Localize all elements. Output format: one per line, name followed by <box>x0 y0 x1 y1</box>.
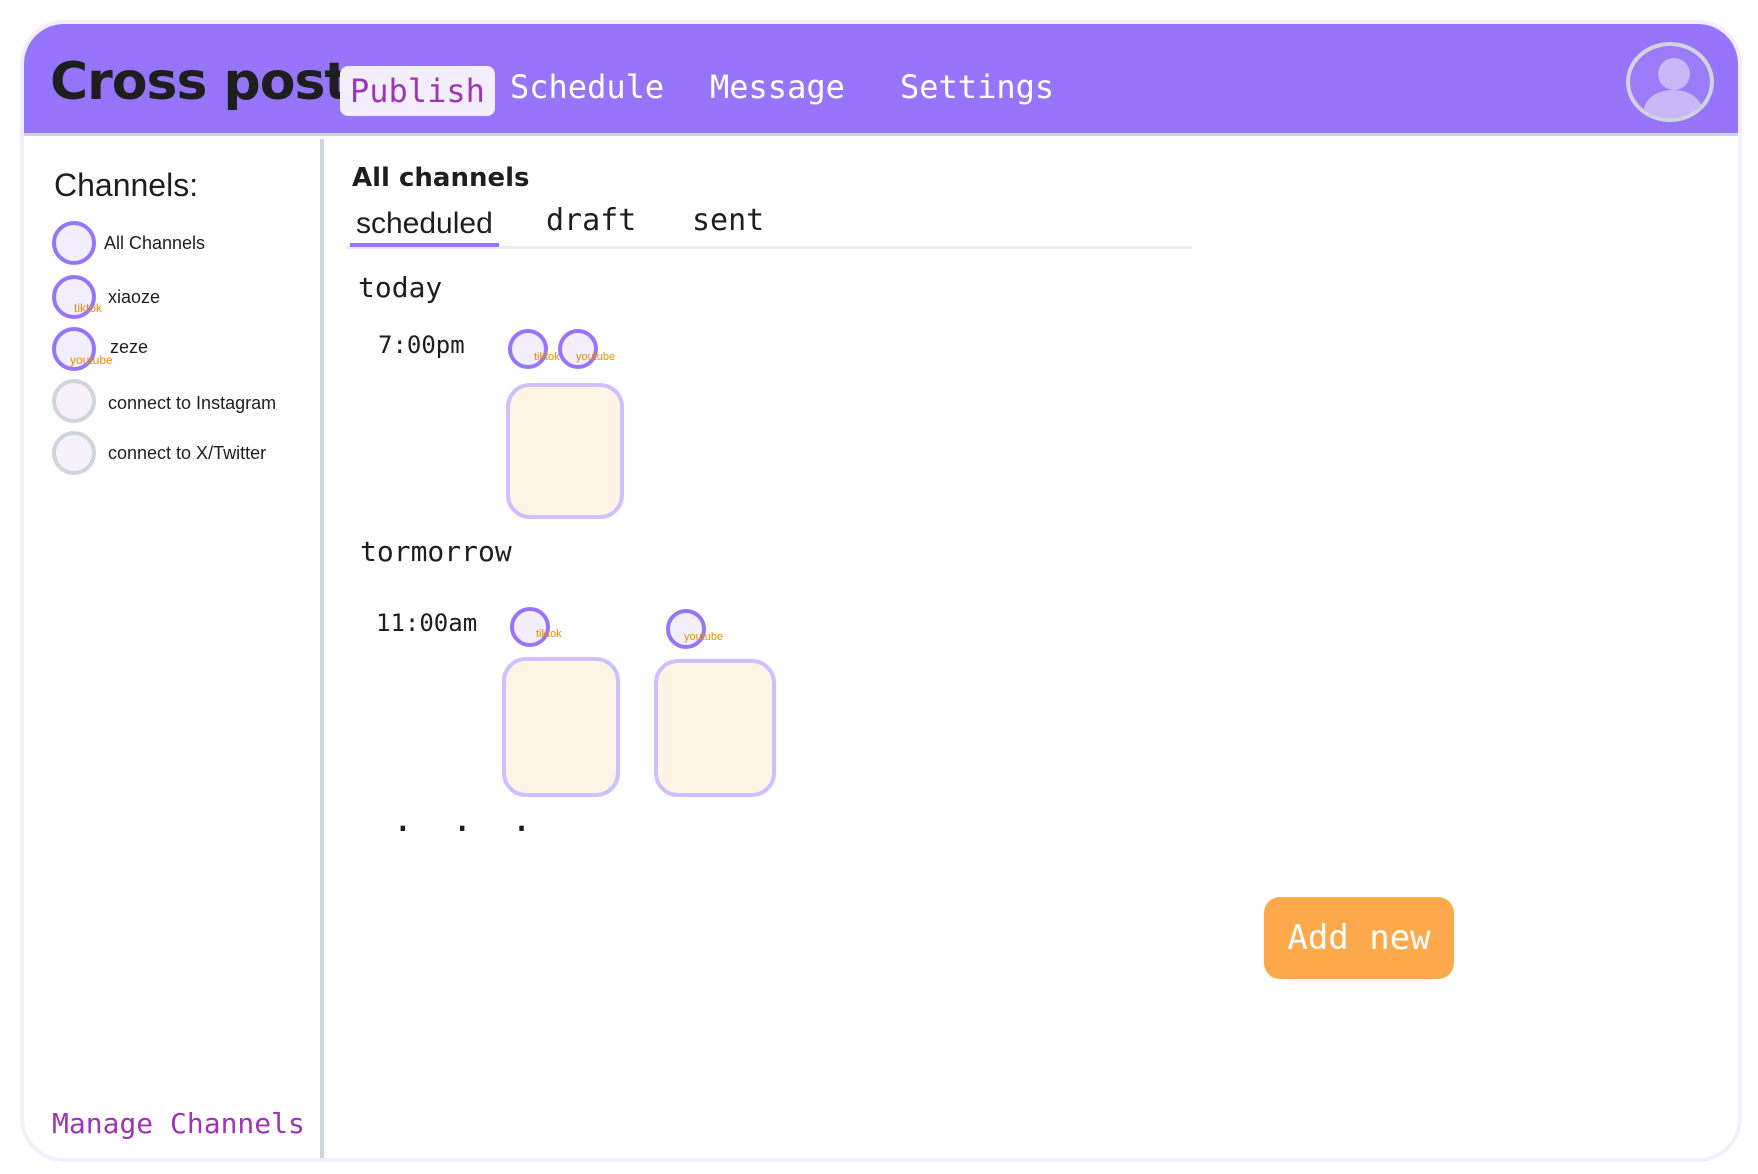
tiktok-badge: tiktok <box>74 301 103 315</box>
channel-label: All Channels <box>104 233 206 253</box>
channels-sidebar: Channels: All Channels tiktok xiaoze you… <box>24 139 324 1158</box>
post-card[interactable] <box>654 659 776 797</box>
youtube-channel-icon[interactable] <box>666 609 706 649</box>
time-label: 11:00am <box>376 609 478 637</box>
tab-scheduled[interactable]: scheduled <box>350 207 499 247</box>
channel-zeze[interactable]: youtube zeze <box>52 327 292 375</box>
avatar-head-shape <box>1658 58 1690 90</box>
tab-schedule[interactable]: Schedule <box>510 68 664 106</box>
tab-sent[interactable]: sent <box>692 203 764 238</box>
manage-channels-link[interactable]: Manage Channels <box>52 1107 305 1140</box>
channel-label: connect to Instagram <box>108 393 277 413</box>
status-tabs: scheduled draft sent <box>346 199 1192 249</box>
youtube-badge: youtube <box>70 353 113 367</box>
channel-placeholder-icon <box>52 431 96 475</box>
tiktok-badge: tiktok <box>534 351 560 363</box>
channel-placeholder-icon <box>52 379 96 423</box>
top-nav-bar: Cross post Publish Schedule Message Sett… <box>24 24 1738 136</box>
day-heading-today: today <box>358 271 443 304</box>
tab-publish[interactable]: Publish <box>340 66 495 116</box>
channel-label: zeze <box>110 337 149 357</box>
more-indicator: . . . <box>392 799 541 840</box>
add-new-button[interactable]: Add new <box>1264 897 1454 979</box>
time-label: 7:00pm <box>378 331 465 359</box>
channel-xiaoze[interactable]: tiktok xiaoze <box>52 275 292 323</box>
main-content: All channels scheduled draft sent today … <box>328 139 1738 1158</box>
sidebar-title: Channels: <box>54 167 199 203</box>
tab-settings[interactable]: Settings <box>900 68 1054 106</box>
tab-message[interactable]: Message <box>710 68 845 106</box>
youtube-channel-icon[interactable] <box>558 329 598 369</box>
channel-label: connect to X/Twitter <box>108 443 267 463</box>
avatar-body-shape <box>1644 90 1702 118</box>
channel-label: xiaoze <box>108 287 161 307</box>
youtube-badge: youtube <box>576 351 616 363</box>
tiktok-badge: tiktok <box>536 628 562 640</box>
channel-all-channels[interactable]: All Channels <box>52 221 292 269</box>
user-avatar-icon[interactable] <box>1626 42 1714 122</box>
post-card[interactable] <box>506 383 624 519</box>
app-window: Cross post Publish Schedule Message Sett… <box>20 20 1742 1162</box>
tiktok-channel-icon[interactable] <box>508 329 548 369</box>
tab-draft[interactable]: draft <box>546 203 636 238</box>
channel-avatar-icon <box>52 221 96 265</box>
tiktok-channel-icon[interactable] <box>510 607 550 647</box>
connect-twitter-button[interactable]: connect to X/Twitter <box>52 431 302 479</box>
connect-instagram-button[interactable]: connect to Instagram <box>52 379 302 427</box>
day-heading-tomorrow: tormorrow <box>360 535 512 568</box>
app-brand: Cross post <box>50 52 349 112</box>
post-card[interactable] <box>502 657 620 797</box>
youtube-badge: youtube <box>684 631 724 643</box>
page-title: All channels <box>352 163 530 193</box>
